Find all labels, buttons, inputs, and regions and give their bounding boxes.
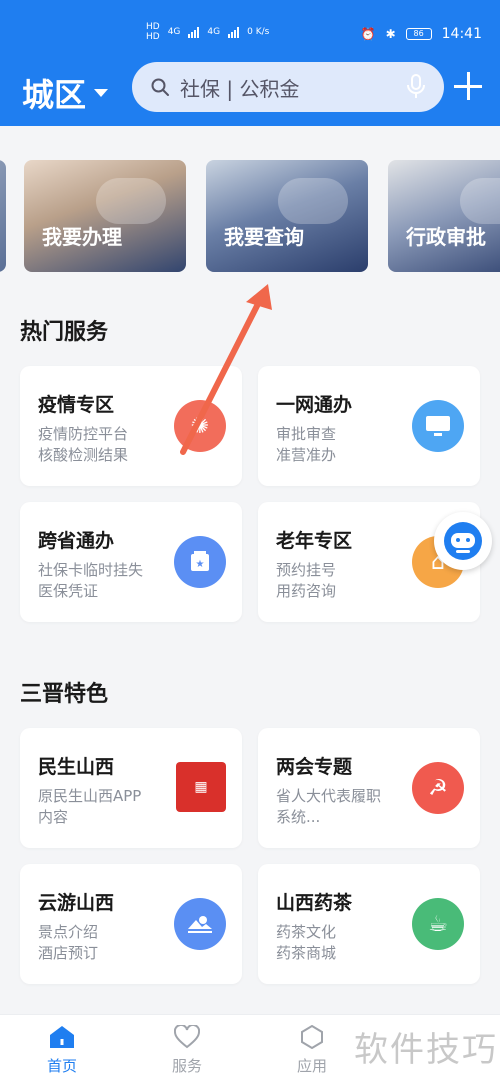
city-selector[interactable]: 城区	[22, 70, 109, 116]
hexagon-icon	[299, 1025, 325, 1049]
card-subtitle: 景点介绍 酒店预订	[38, 923, 99, 962]
app-header: HD HD 4G 4G 0 K/s ⏰ ✱ 86 14:41 城区 社保 | 公积…	[0, 0, 500, 126]
search-icon	[151, 78, 169, 96]
alarm-icon: ⏰	[360, 27, 376, 41]
signal-icon	[188, 26, 200, 38]
city-label: 城区	[22, 76, 87, 114]
network-speed: 0 K/s	[247, 27, 270, 37]
microphone-icon[interactable]	[406, 74, 426, 100]
status-bar: HD HD 4G 4G 0 K/s ⏰ ✱ 86 14:41	[0, 0, 500, 48]
banner-label-query: 我要查询	[224, 225, 304, 249]
heart-icon	[174, 1025, 200, 1049]
clock: 14:41	[441, 26, 482, 42]
service-card-cross-province[interactable]: 跨省通办 社保卡临时挂失 医保凭证 ★	[20, 502, 242, 622]
card-subtitle: 社保卡临时挂失 医保凭证	[38, 561, 144, 600]
landscape-icon	[174, 898, 226, 950]
tea-cup-icon: ☕	[412, 898, 464, 950]
card-subtitle: 审批审查 准营准办	[276, 425, 337, 464]
card-title: 两会专题	[276, 756, 353, 778]
card-subtitle: 药茶文化 药茶商城	[276, 923, 337, 962]
banner-label-approval: 行政审批	[406, 225, 486, 249]
service-card-herbal-tea[interactable]: 山西药茶 药茶文化 药茶商城 ☕	[258, 864, 480, 984]
search-bar[interactable]: 社保 | 公积金	[132, 62, 444, 112]
search-placeholder: 社保 | 公积金	[180, 76, 300, 101]
monitor-icon	[412, 400, 464, 452]
section-title-shanxi: 三晋特色	[20, 682, 109, 707]
card-title: 跨省通办	[38, 530, 115, 552]
signal-4g-label: 4G	[167, 27, 181, 37]
card-subtitle: 省人大代表履职 系统...	[276, 787, 382, 826]
service-card-minsheng[interactable]: 民生山西 原民生山西APP 内容 ▦	[20, 728, 242, 848]
signal-icon-2	[228, 26, 240, 38]
nav-label-services: 服务	[171, 1057, 202, 1075]
chevron-down-icon	[94, 89, 109, 97]
service-card-two-sessions[interactable]: 两会专题 省人大代表履职 系统... ☭	[258, 728, 480, 848]
nav-item-services[interactable]: 服务	[147, 1025, 227, 1076]
minsheng-seal-icon: ▦	[176, 762, 226, 812]
banner-carousel: 我要办理 我要查询 行政审批	[0, 160, 500, 274]
hd-label-2: HD	[146, 32, 160, 42]
add-icon[interactable]	[454, 66, 482, 106]
battery-icon: 86	[405, 28, 432, 40]
virus-icon: ✺	[174, 400, 226, 452]
card-icon: ★	[174, 536, 226, 588]
service-card-epidemic[interactable]: 疫情专区 疫情防控平台 核酸检测结果 ✺	[20, 366, 242, 486]
card-subtitle: 疫情防控平台 核酸检测结果	[38, 425, 129, 464]
signal-4g-label-2: 4G	[207, 27, 221, 37]
bluetooth-icon: ✱	[385, 27, 396, 41]
hd-label-1: HD	[146, 22, 160, 32]
card-subtitle: 原民生山西APP 内容	[38, 787, 142, 826]
status-right: ⏰ ✱ 86 14:41	[361, 26, 482, 42]
card-title: 民生山西	[38, 756, 115, 778]
card-title: 疫情专区	[38, 394, 115, 416]
banner-label-handle: 我要办理	[42, 225, 122, 249]
nav-item-apps[interactable]: 应用	[272, 1025, 352, 1076]
banner-approval[interactable]: 行政审批	[388, 160, 500, 272]
card-title: 老年专区	[276, 530, 353, 552]
status-left: HD HD 4G 4G 0 K/s	[146, 22, 269, 42]
card-title: 一网通办	[276, 394, 353, 416]
section-title-hot-services: 热门服务	[20, 320, 109, 345]
card-title: 云游山西	[38, 892, 115, 914]
watermark-text: 软件技巧	[354, 1030, 498, 1070]
robot-assistant-icon[interactable]	[434, 512, 492, 570]
service-card-cloud-tour[interactable]: 云游山西 景点介绍 酒店预订	[20, 864, 242, 984]
card-title: 山西药茶	[276, 892, 353, 914]
home-icon	[49, 1025, 75, 1049]
nav-label-apps: 应用	[296, 1057, 327, 1075]
card-subtitle: 预约挂号 用药咨询	[276, 561, 337, 600]
svg-text:★: ★	[196, 559, 205, 570]
banner-handle[interactable]: 我要办理	[24, 160, 186, 272]
banner-query[interactable]: 我要查询	[206, 160, 368, 272]
banner-card-partial[interactable]	[0, 160, 6, 272]
nav-label-home: 首页	[46, 1057, 77, 1075]
service-card-one-network[interactable]: 一网通办 审批审查 准营准办	[258, 366, 480, 486]
nav-item-home[interactable]: 首页	[22, 1025, 102, 1076]
party-emblem-icon: ☭	[412, 762, 464, 814]
